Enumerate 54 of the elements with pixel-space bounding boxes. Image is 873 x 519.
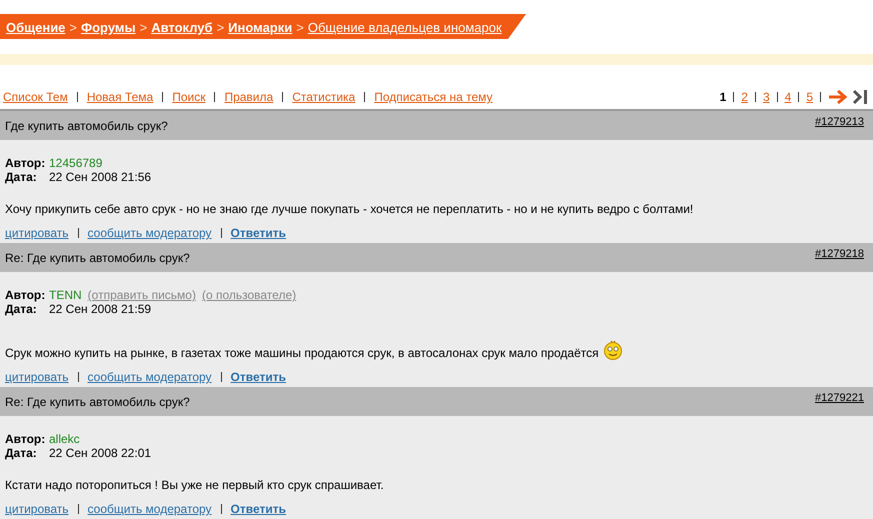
breadcrumb-separator: > bbox=[216, 20, 224, 35]
post-date: 22 Сен 2008 22:01 bbox=[49, 446, 152, 460]
page-link[interactable]: 5 bbox=[806, 90, 813, 104]
nav-link[interactable]: Новая Тема bbox=[86, 90, 154, 104]
date-label: Дата: bbox=[5, 170, 38, 184]
next-arrow-icon[interactable] bbox=[828, 89, 848, 105]
author-label: Автор: bbox=[5, 432, 45, 446]
post-date: 22 Сен 2008 21:56 bbox=[49, 170, 152, 184]
post-number-link[interactable]: #1279218 bbox=[815, 248, 864, 260]
breadcrumb-link[interactable]: Иномарки bbox=[228, 20, 292, 35]
user-link[interactable]: (о пользователе) bbox=[202, 288, 296, 302]
page-link[interactable]: 1 bbox=[720, 90, 726, 104]
page-link[interactable]: 2 bbox=[741, 90, 748, 104]
date-label: Дата: bbox=[5, 446, 38, 460]
post-text: Кстати надо поторопиться ! Вы уже не первый кто срук спрашивает. bbox=[5, 478, 384, 492]
breadcrumb-link[interactable]: Форумы bbox=[81, 20, 136, 35]
post-title: Re: Где купить автомобиль срук? bbox=[5, 251, 190, 265]
breadcrumb-link[interactable]: Общение владельцев иномарок bbox=[308, 20, 502, 35]
post-action-link[interactable]: Ответить bbox=[230, 502, 286, 516]
post-action-link[interactable]: Ответить bbox=[230, 370, 286, 384]
page-link[interactable]: 3 bbox=[762, 90, 770, 104]
nav-link[interactable]: Статистика bbox=[292, 90, 356, 104]
author-name: 12456789 bbox=[49, 156, 102, 170]
author-label: Автор: bbox=[5, 156, 45, 170]
post-text: Срук можно купить на рынке, в газетах тоже машины продаются срук, в автосалонах срук мало продаётся bbox=[5, 346, 599, 360]
nav-link[interactable]: Список Тем bbox=[3, 90, 68, 104]
post-date: 22 Сен 2008 21:59 bbox=[49, 302, 152, 316]
user-link[interactable]: (отправить письмо) bbox=[88, 288, 196, 302]
post-title: Re: Где купить автомобиль срук? bbox=[5, 395, 190, 409]
post-number-link[interactable]: #1279221 bbox=[815, 392, 864, 404]
breadcrumb-link[interactable]: Автоклуб bbox=[151, 20, 213, 35]
date-label: Дата: bbox=[5, 302, 38, 316]
page-link[interactable]: 4 bbox=[784, 90, 792, 104]
post-action-link[interactable]: цитировать bbox=[5, 226, 69, 240]
breadcrumb-separator: > bbox=[140, 20, 148, 35]
post-action-link[interactable]: сообщить модератору bbox=[88, 226, 212, 240]
breadcrumb-separator: > bbox=[69, 20, 78, 35]
post-text: Хочу прикупить себе авто срук - но не знаю где лучше покупать - хочется не переплатить - но и не купить ведро с болтами! bbox=[5, 202, 694, 216]
post-action-link[interactable]: Ответить bbox=[230, 226, 286, 240]
nav-link[interactable]: Правила bbox=[224, 90, 274, 104]
post-number-link[interactable]: #1279213 bbox=[815, 116, 864, 128]
breadcrumb-link[interactable]: Общение bbox=[6, 20, 66, 35]
author-name: TENN bbox=[49, 288, 82, 302]
nav-link[interactable]: Поиск bbox=[172, 90, 206, 104]
post-title: Где купить автомобиль срук? bbox=[5, 119, 168, 133]
author-label: Автор: bbox=[5, 288, 45, 302]
breadcrumb-separator: > bbox=[296, 20, 304, 35]
author-name: allekc bbox=[49, 432, 80, 446]
post-action-link[interactable]: цитировать bbox=[5, 502, 69, 516]
nav-link[interactable]: Подписаться на тему bbox=[374, 90, 493, 104]
post-action-link[interactable]: сообщить модератору bbox=[88, 370, 212, 384]
post-action-link[interactable]: сообщить модератору bbox=[88, 502, 212, 516]
post-action-link[interactable]: цитировать bbox=[5, 370, 69, 384]
last-page-icon[interactable] bbox=[852, 89, 869, 105]
